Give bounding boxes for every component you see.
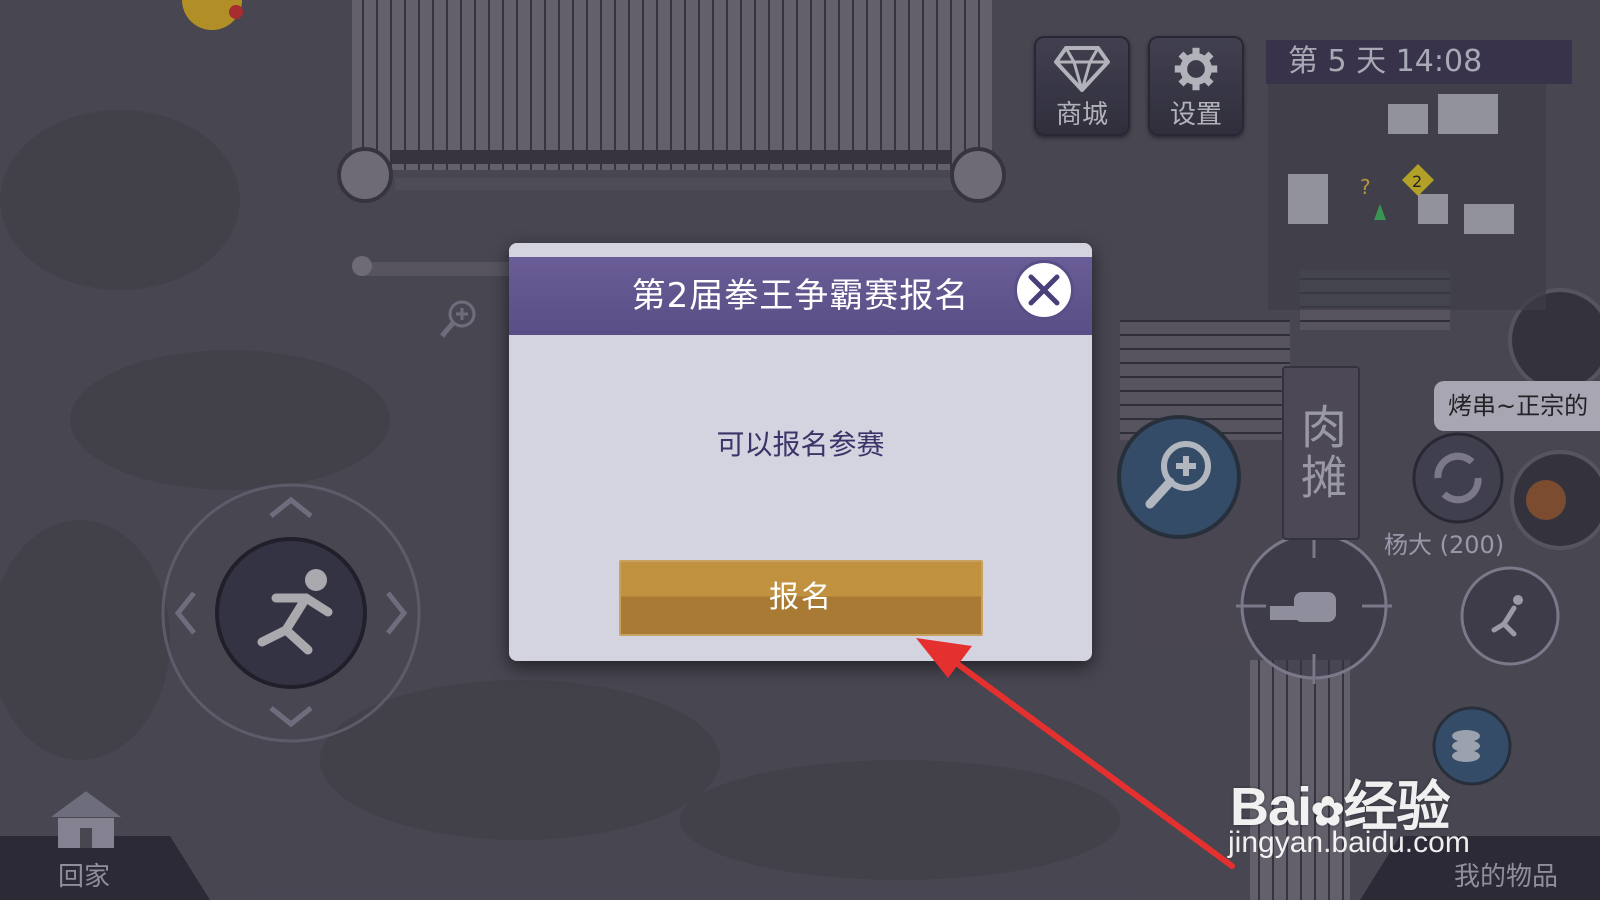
dialog-message: 可以报名参赛 bbox=[716, 428, 885, 461]
signup-dialog: 第2届拳王争霸赛报名 可以报名参赛 报名 bbox=[509, 243, 1092, 661]
close-button[interactable] bbox=[1014, 260, 1074, 320]
close-icon bbox=[1028, 274, 1060, 306]
dialog-title: 第2届拳王争霸赛报名 bbox=[631, 276, 970, 316]
baidu-watermark-url: jingyan.baidu.com bbox=[1228, 826, 1470, 859]
signup-button[interactable]: 报名 bbox=[619, 560, 983, 636]
